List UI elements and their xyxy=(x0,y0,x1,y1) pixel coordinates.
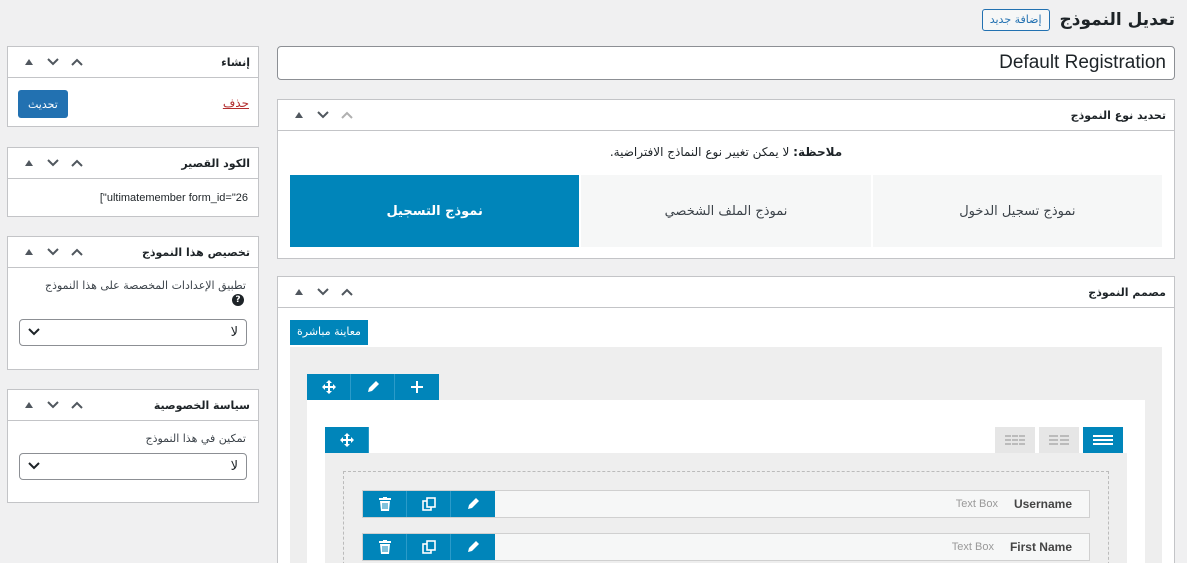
builder-area: Text Box Username Text Box First Name xyxy=(290,347,1162,563)
field-tools xyxy=(363,534,495,560)
two-column-layout-icon[interactable] xyxy=(1039,427,1079,453)
trash-icon[interactable] xyxy=(363,491,407,517)
note-message: لا يمكن تغيير نوع النماذج الافتراضية. xyxy=(609,145,794,159)
tile-login-form[interactable]: نموذج تسجيل الدخول xyxy=(872,175,1162,247)
form-type-tiles: نموذج تسجيل الدخول نموذج الملف الشخصي نم… xyxy=(290,175,1162,247)
form-builder-box-title: مصمم النموذج xyxy=(1088,285,1166,299)
privacy-select-value: لا xyxy=(230,459,238,474)
duplicate-icon[interactable] xyxy=(407,534,451,560)
chevron-down-icon[interactable] xyxy=(44,401,62,409)
privacy-box-title: سياسة الخصوصية xyxy=(153,398,250,412)
update-button[interactable]: تحديث xyxy=(18,90,68,118)
trash-icon[interactable] xyxy=(363,534,407,560)
form-type-box: تحديد نوع النموذج ملاحظة: لا يمكن تغيير … xyxy=(277,99,1175,259)
box-controls xyxy=(20,401,86,409)
tile-registration-form[interactable]: نموذج التسجيل xyxy=(290,175,580,247)
field-row-username[interactable]: Text Box Username xyxy=(362,490,1090,518)
privacy-label: تمكين في هذا النموذج xyxy=(145,432,246,445)
box-controls xyxy=(290,288,356,296)
box-controls xyxy=(20,159,86,167)
field-label: Username xyxy=(1013,497,1072,511)
column-layouts xyxy=(995,427,1123,453)
triangle-up-icon[interactable] xyxy=(290,111,308,119)
customize-select[interactable]: لا xyxy=(19,319,247,346)
triangle-up-icon[interactable] xyxy=(290,288,308,296)
privacy-box-header: سياسة الخصوصية xyxy=(8,390,258,421)
one-column-layout-icon[interactable] xyxy=(1083,427,1123,453)
row-panel: Text Box Username Text Box First Name xyxy=(307,400,1145,563)
row-tools xyxy=(307,374,439,400)
move-icon[interactable] xyxy=(307,374,351,400)
field-row-first-name[interactable]: Text Box First Name xyxy=(362,533,1090,561)
tile-profile-form[interactable]: نموذج الملف الشخصي xyxy=(581,175,871,247)
page-title: تعديل النموذج xyxy=(1059,10,1175,30)
form-builder-box: مصمم النموذج معاينة مباشرة Text Box User… xyxy=(277,276,1175,563)
field-info: Text Box Username xyxy=(956,497,1089,511)
fields-area: Text Box Username Text Box First Name xyxy=(325,453,1127,563)
field-info: Text Box First Name xyxy=(952,540,1089,554)
field-label: First Name xyxy=(1009,540,1072,554)
page-header: تعديل النموذج إضافة جديد xyxy=(981,6,1175,34)
form-builder-box-header: مصمم النموذج xyxy=(278,277,1174,308)
column-move-icon[interactable] xyxy=(325,427,369,453)
shortcode-box-header: الكود القصير xyxy=(8,148,258,179)
field-type: Text Box xyxy=(955,498,998,510)
shortcode-box: الكود القصير ["ultimatemember form_id="2… xyxy=(7,147,259,217)
form-type-box-title: تحديد نوع النموذج xyxy=(1070,108,1166,122)
chevron-up-icon[interactable] xyxy=(68,159,86,167)
chevron-up-icon[interactable] xyxy=(338,288,356,296)
chevron-up-icon[interactable] xyxy=(68,401,86,409)
note-text: ملاحظة: لا يمكن تغيير نوع النماذج الافتر… xyxy=(278,145,1174,159)
chevron-up-icon[interactable] xyxy=(68,248,86,256)
chevron-down-icon[interactable] xyxy=(314,111,332,119)
pencil-icon[interactable] xyxy=(451,534,495,560)
customize-label: تطبيق الإعدادات المخصصة على هذا النموذج xyxy=(44,279,246,292)
privacy-box: سياسة الخصوصية تمكين في هذا النموذج لا xyxy=(7,389,259,503)
box-controls xyxy=(290,111,356,119)
delete-link[interactable]: حذف xyxy=(223,96,249,110)
publish-box-title: إنشاء xyxy=(221,55,250,69)
customize-box-header: تخصيص هذا النموذج xyxy=(8,237,258,268)
chevron-down-icon[interactable] xyxy=(44,58,62,66)
form-type-box-header: تحديد نوع النموذج xyxy=(278,100,1174,131)
pencil-icon[interactable] xyxy=(351,374,395,400)
chevron-down-icon[interactable] xyxy=(44,159,62,167)
chevron-up-icon[interactable] xyxy=(338,111,356,119)
add-new-button[interactable]: إضافة جديد xyxy=(981,9,1050,31)
field-type: Text Box xyxy=(951,541,994,553)
box-controls xyxy=(20,58,86,66)
pencil-icon[interactable] xyxy=(451,491,495,517)
chevron-down-icon xyxy=(28,459,40,474)
help-icon[interactable]: ? xyxy=(232,294,244,306)
field-tools xyxy=(363,491,495,517)
triangle-up-icon[interactable] xyxy=(20,401,38,409)
triangle-up-icon[interactable] xyxy=(20,248,38,256)
duplicate-icon[interactable] xyxy=(407,491,451,517)
box-controls xyxy=(20,248,86,256)
customize-box-title: تخصيص هذا النموذج xyxy=(141,245,250,259)
shortcode-box-title: الكود القصير xyxy=(181,156,250,170)
shortcode-value[interactable]: ["ultimatemember form_id="26 xyxy=(100,192,248,204)
note-label: ملاحظة: xyxy=(793,145,843,159)
chevron-down-icon xyxy=(28,325,40,340)
live-preview-button[interactable]: معاينة مباشرة xyxy=(290,320,368,345)
triangle-up-icon[interactable] xyxy=(20,58,38,66)
customize-box: تخصيص هذا النموذج تطبيق الإعدادات المخصص… xyxy=(7,236,259,370)
field-dropzone: Text Box Username Text Box First Name xyxy=(343,471,1109,563)
customize-select-value: لا xyxy=(230,325,238,340)
triangle-up-icon[interactable] xyxy=(20,159,38,167)
form-title-input[interactable]: Default Registration xyxy=(277,46,1175,80)
three-column-layout-icon[interactable] xyxy=(995,427,1035,453)
plus-icon[interactable] xyxy=(395,374,439,400)
chevron-down-icon[interactable] xyxy=(314,288,332,296)
chevron-up-icon[interactable] xyxy=(68,58,86,66)
chevron-down-icon[interactable] xyxy=(44,248,62,256)
publish-box-header: إنشاء xyxy=(8,47,258,78)
publish-box: إنشاء تحديث حذف xyxy=(7,46,259,127)
privacy-select[interactable]: لا xyxy=(19,453,247,480)
